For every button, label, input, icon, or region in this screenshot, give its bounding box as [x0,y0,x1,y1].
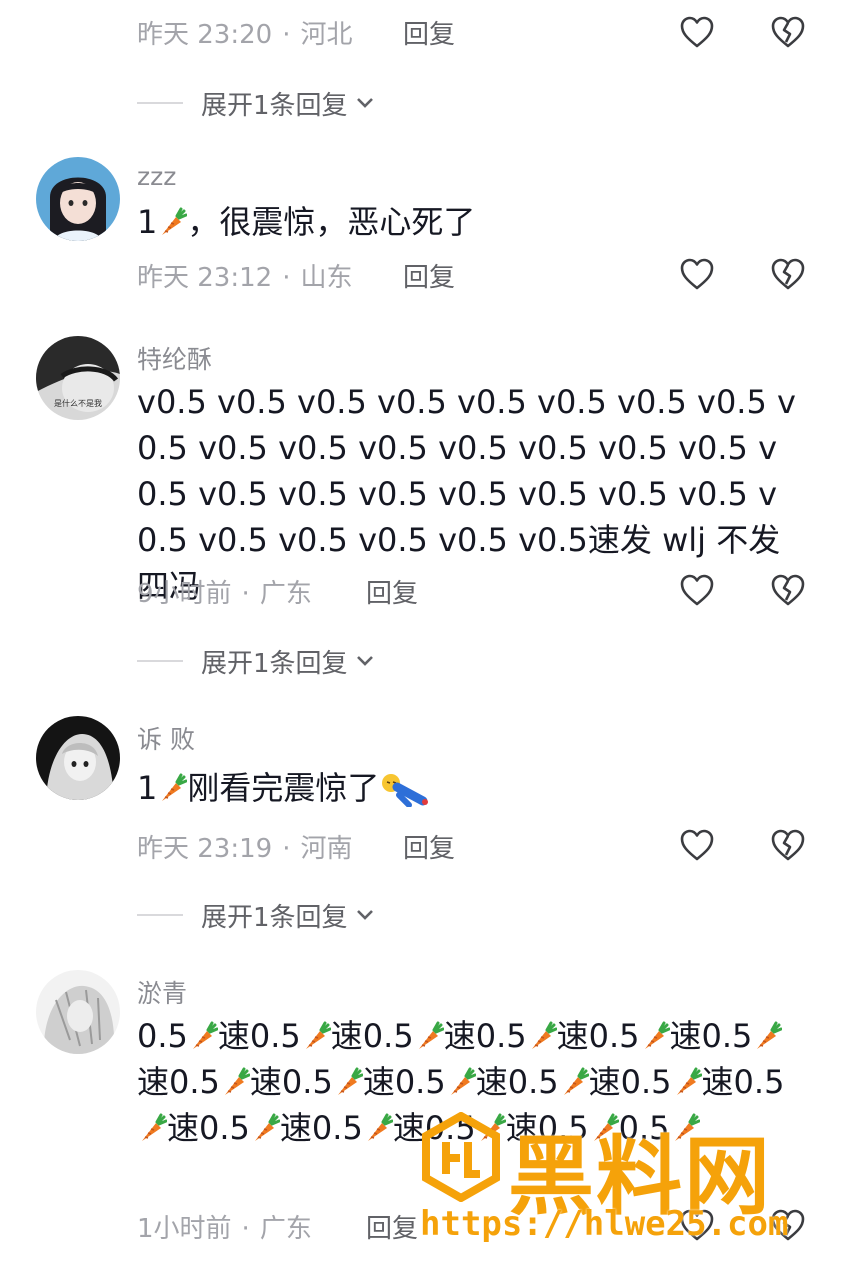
carrot-emoji [757,1021,783,1049]
comment-text-part: 1 [137,203,158,241]
avatar-girl-image [36,157,120,241]
comment-text-part: 刚看完震惊了 [187,769,380,807]
reply-button[interactable]: 回复 [403,828,455,865]
comment-text-part: 速0.5 [588,1063,672,1101]
avatar-anime-girl-image [36,716,120,800]
comment-meta: 1小时前 · 广东 [137,1208,312,1245]
carrot-emoji [224,1067,250,1095]
avatar-sketch-image [36,970,120,1054]
meta-separator: · [241,579,250,609]
comment-meta: 昨天 23:20 · 河北 [137,14,352,51]
meta-separator: · [282,263,291,293]
comment-text-part: 速0.5 [556,1017,640,1055]
carrot-emoji [162,207,188,235]
comment-time: 昨天 23:12 [137,263,273,293]
comment-text: 1 ，很震惊，恶心死了 [137,199,817,245]
comment-text-part: 速0.5 [362,1063,446,1101]
carrot-emoji [162,773,188,801]
chevron-down-icon [356,656,373,666]
carrot-emoji [450,1067,476,1095]
carrot-emoji [563,1067,589,1095]
comment-text-part: 速0.5 [249,1063,333,1101]
comment-text-part: 0.5 [137,1017,188,1055]
comment-meta: 昨天 23:12 · 山东 [137,257,352,294]
comment-text: 1 刚看完震惊了 [137,765,817,811]
broken-heart-icon[interactable] [770,573,806,607]
heart-outline-icon[interactable] [679,828,715,862]
comment-time: 昨天 23:19 [137,834,273,864]
comment-time: 9小时前 [137,579,232,609]
broken-heart-icon[interactable] [770,257,806,291]
comment-username[interactable]: 淤青 [137,974,187,1010]
heart-outline-icon[interactable] [679,257,715,291]
carrot-emoji [418,1021,444,1049]
divider-line [137,102,183,104]
comment-region: 河北 [300,20,353,50]
reply-button[interactable]: 回复 [403,14,455,51]
broken-heart-icon[interactable] [770,15,806,49]
chevron-down-icon [356,910,373,920]
avatar[interactable] [36,157,120,241]
comment-time: 昨天 23:20 [137,20,273,50]
expand-replies-label: 展开1条回复 [201,902,348,933]
heart-outline-icon[interactable] [679,573,715,607]
expand-replies-button[interactable]: 展开1条回复 [137,86,374,121]
carrot-emoji [531,1021,557,1049]
expand-replies-button[interactable]: 展开1条回复 [137,898,374,933]
reply-button[interactable]: 回复 [366,573,418,610]
broken-heart-icon[interactable] [770,828,806,862]
fainting-emoji [382,774,429,807]
avatar[interactable] [36,716,120,800]
avatar[interactable] [36,970,120,1054]
comment-text-part: 速0.5 [279,1109,363,1147]
meta-separator: · [282,834,291,864]
carrot-emoji [367,1113,393,1141]
comment-region: 广东 [259,579,312,609]
divider-line [137,914,183,916]
carrot-emoji [644,1021,670,1049]
watermark-url: https://hlwe25.com [420,1204,789,1244]
comment-text-part: 速0.5 [330,1017,414,1055]
reply-button[interactable]: 回复 [366,1208,418,1245]
carrot-emoji [142,1113,167,1141]
meta-separator: · [282,20,291,50]
comment-meta: 昨天 23:19 · 河南 [137,828,352,865]
meta-separator: · [241,1214,250,1244]
avatar-bw-portrait-image: 是什么不是我 [36,336,120,420]
comment-region: 广东 [259,1214,312,1244]
heart-outline-icon[interactable] [679,15,715,49]
comment-time: 1小时前 [137,1214,232,1244]
watermark: 黑料网 https://hlwe25.com [420,1112,820,1262]
reply-button[interactable]: 回复 [403,257,455,294]
divider-line [137,660,183,662]
carrot-emoji [305,1021,331,1049]
carrot-emoji [676,1067,702,1095]
expand-replies-label: 展开1条回复 [201,90,348,121]
chevron-down-icon [356,98,373,108]
comment-text-part: 速0.5 [137,1063,220,1101]
comment-text-part: 速0.5 [443,1017,527,1055]
expand-replies-button[interactable]: 展开1条回复 [137,644,374,679]
comment-text-part: 速0.5 [475,1063,559,1101]
comment-text-part: 1 [137,769,158,807]
comment-text-part: 速0.5 [669,1017,753,1055]
comment-text-part: 速0.5 [167,1109,250,1147]
comment-username[interactable]: 特纶酥 [137,340,212,376]
carrot-emoji [337,1067,363,1095]
carrot-emoji [254,1113,280,1141]
comment-text-part: 速0.5 [217,1017,301,1055]
comment-username[interactable]: 诉 败 [137,720,195,756]
avatar-caption: 是什么不是我 [54,398,102,408]
comment-meta: 9小时前 · 广东 [137,573,312,610]
comment-region: 山东 [300,263,353,293]
comment-username[interactable]: zzz [137,162,176,191]
expand-replies-label: 展开1条回复 [201,648,348,679]
comment-region: 河南 [300,834,353,864]
avatar[interactable]: 是什么不是我 [36,336,120,420]
comment-text-part: 速0.5 [701,1063,785,1101]
comment-text-part: ，很震惊，恶心死了 [187,203,476,241]
watermark-logo-icon [422,1112,500,1202]
carrot-emoji [192,1021,218,1049]
